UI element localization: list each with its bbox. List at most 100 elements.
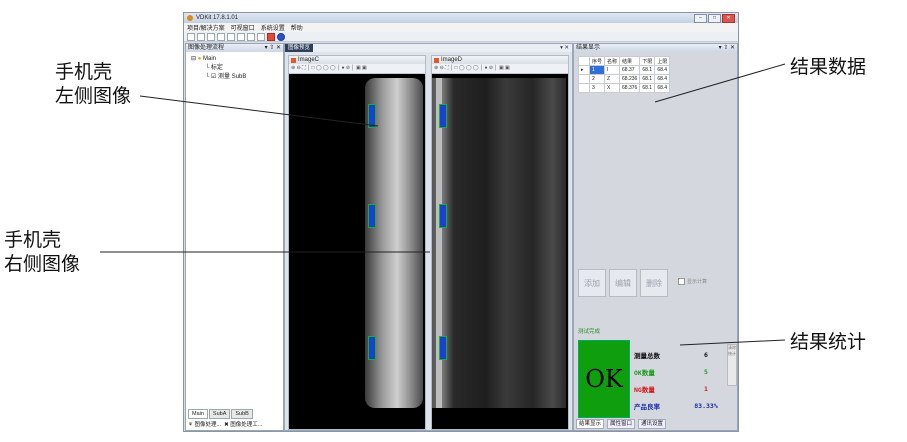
tab-properties[interactable]: 属性窗口 <box>607 419 636 429</box>
table-row[interactable]: ▸ 1 I 68.37 68.1 68.4 <box>578 65 671 75</box>
roi-marker[interactable] <box>439 336 447 360</box>
roi-marker[interactable] <box>439 104 447 128</box>
roi-marker[interactable] <box>368 204 376 228</box>
copy-icon[interactable] <box>227 32 235 41</box>
bottom-tab-tools[interactable]: ✖ 图像处理工... <box>224 421 262 429</box>
results-table: 序号 名称 结果 下限 上限 ▸ 1 I 68.37 68.1 68.4 2 Z… <box>578 56 671 93</box>
tab-suba[interactable]: SubA <box>208 409 231 419</box>
menu-view[interactable]: 可视窗口 <box>231 23 255 32</box>
col-name: 名称 <box>604 56 621 66</box>
table-row[interactable]: 2 Z 68.236 68.1 68.4 <box>578 74 671 84</box>
app-window: VDKit 17.8.1.01 – □ ✕ 项目/解决方案 可视窗口 系统设置 … <box>183 12 739 432</box>
open-icon[interactable] <box>197 32 205 41</box>
tab-communication[interactable]: 通讯设置 <box>638 419 667 429</box>
stat-value: 6 <box>704 350 708 359</box>
maximize-button[interactable]: □ <box>708 13 721 23</box>
table-cell: 3 <box>588 83 606 93</box>
tab-result-display[interactable]: 结果显示 <box>576 419 605 429</box>
tree-item-measure[interactable]: └ ☑ 测量 SubB <box>191 73 278 82</box>
col-index: 序号 <box>588 56 606 66</box>
menu-help[interactable]: 帮助 <box>291 23 303 32</box>
table-cell: 68.1 <box>639 65 656 75</box>
table-corner <box>578 56 590 66</box>
table-cell: 68.376 <box>619 83 641 93</box>
new-icon[interactable] <box>187 32 195 41</box>
camera-icon[interactable] <box>237 32 245 41</box>
ok-indicator: OK <box>578 340 630 418</box>
callout-result-stats: 结果统计 <box>790 331 867 353</box>
roi-marker[interactable] <box>439 204 447 228</box>
delete-button[interactable]: 删除 <box>640 269 668 297</box>
panel-controls[interactable]: ▾ ⇧ ✕ <box>719 44 737 52</box>
process-tree-panel: 图像处理流程 ▾ ⇧ ✕ ⊟ ● Main └ 标定 └ ☑ 测量 SubB Ma… <box>185 43 284 431</box>
stop-icon[interactable] <box>267 32 275 41</box>
tab-main[interactable]: Main <box>188 409 208 419</box>
image-c-canvas[interactable] <box>289 74 425 429</box>
image-c-toolbar[interactable]: ⊕ ⊖ ⛶ │ □ ◯ ◯ ◯ │ ● ⊘ │ ▣ ▣ <box>289 64 425 74</box>
image-d-canvas[interactable] <box>432 74 568 429</box>
tab-image-preview[interactable]: 图像预览 <box>285 44 314 52</box>
result-statistics: 测量总数 6 OK数量 5 NG数量 1 产品良率 83.33% <box>634 346 726 414</box>
settings-icon[interactable] <box>247 32 255 41</box>
col-result: 结果 <box>619 56 641 66</box>
add-button[interactable]: 添加 <box>578 269 606 297</box>
checkbox-icon <box>678 278 685 286</box>
table-cell: 1 <box>588 65 606 75</box>
tree-item-calibration[interactable]: └ 标定 <box>191 64 278 73</box>
stat-label: NG数量 <box>634 385 655 394</box>
col-lower: 下限 <box>639 56 656 66</box>
tree-item-label: 标定 <box>210 65 223 71</box>
table-cell: Z <box>604 74 621 84</box>
app-logo-icon <box>187 15 193 21</box>
callout-right-phone: 手机壳 右侧图像 <box>4 228 80 276</box>
roi-marker[interactable] <box>368 104 376 128</box>
checkbox-icon: ☑ <box>210 74 217 80</box>
table-cell <box>578 83 590 93</box>
image-c-title: ImageC <box>298 57 320 63</box>
menu-bar: 项目/解决方案 可视窗口 系统设置 帮助 <box>184 23 738 32</box>
close-button[interactable]: ✕ <box>722 13 735 23</box>
clear-stats-button[interactable]: 清除统计 <box>727 344 737 386</box>
tree-root[interactable]: ⊟ ● Main <box>191 55 278 64</box>
callout-left-phone-line2: 左侧图像 <box>55 85 132 107</box>
minimize-button[interactable]: – <box>694 13 707 23</box>
panel-controls[interactable]: ▾ ⇧ ✕ <box>265 44 283 52</box>
stat-label: 测量总数 <box>634 351 660 360</box>
menu-settings[interactable]: 系统设置 <box>261 23 285 32</box>
table-cell: I <box>604 65 621 75</box>
phone-case-right-image <box>432 78 566 408</box>
tab-subb[interactable]: SubB <box>231 409 253 419</box>
show-calc-checkbox[interactable]: 显示计算 <box>678 278 707 286</box>
tree-root-label: Main <box>203 56 217 62</box>
bottom-tab-process[interactable]: ⚘ 图像处理... <box>188 421 221 429</box>
save-as-icon[interactable] <box>217 32 225 41</box>
image-window-d: ImageD ⊕ ⊖ ⛶ │ □ ◯ ◯ ◯ │ ● ⊘ │ ▣ ▣ <box>431 55 569 430</box>
stat-yield: 产品良率 83.33% <box>634 397 726 414</box>
toolbar <box>184 32 738 42</box>
table-cell: 68.4 <box>654 74 671 84</box>
run-icon[interactable] <box>257 32 265 41</box>
edit-button[interactable]: 编辑 <box>609 269 637 297</box>
process-tree-title: 图像处理流程 <box>188 45 225 51</box>
table-cell: 68.37 <box>619 65 641 75</box>
callout-result-data: 结果数据 <box>790 56 867 78</box>
stat-value: 83.33% <box>694 401 718 410</box>
table-row[interactable]: 3 X 68.376 68.1 68.4 <box>578 83 671 93</box>
roi-marker[interactable] <box>368 336 376 360</box>
stat-label: OK数量 <box>634 368 655 377</box>
info-icon[interactable] <box>277 32 285 41</box>
stat-value: 1 <box>704 384 708 393</box>
table-header-row: 序号 名称 结果 下限 上限 <box>578 56 671 66</box>
table-cell: 68.1 <box>639 83 656 93</box>
tree-item-label: 测量 SubB <box>217 74 247 80</box>
save-icon[interactable] <box>207 32 215 41</box>
results-panel: 结果显示 ▾ ⇧ ✕ 序号 名称 结果 下限 上限 ▸ 1 I 68.37 68.… <box>573 43 738 431</box>
menu-project[interactable]: 项目/解决方案 <box>187 23 225 32</box>
bottom-tab-label: 图像处理... <box>194 422 222 428</box>
image-d-toolbar[interactable]: ⊕ ⊖ ⛶ │ □ ◯ ◯ ◯ │ ● ⊘ │ ▣ ▣ <box>432 64 568 74</box>
table-cell: 68.4 <box>654 65 671 75</box>
callout-right-phone-line1: 手机壳 <box>4 229 62 251</box>
doc-controls[interactable]: ▾ ✕ <box>557 44 572 52</box>
window-title: VDKit 17.8.1.01 <box>196 15 239 21</box>
image-icon <box>291 57 296 63</box>
